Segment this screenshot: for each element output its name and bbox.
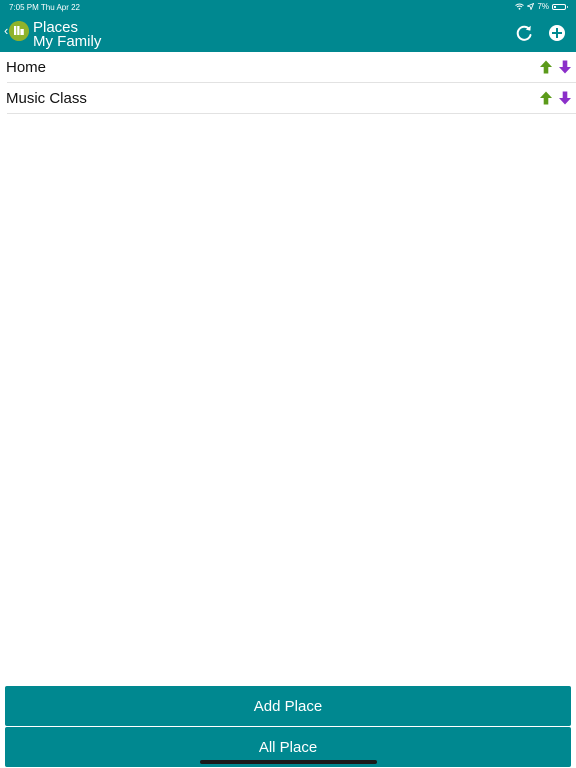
location-icon (527, 3, 535, 10)
refresh-icon[interactable] (514, 23, 534, 43)
add-place-button[interactable]: Add Place (5, 686, 571, 726)
arrow-up-icon[interactable] (539, 60, 553, 74)
app-logo-icon (9, 21, 29, 41)
battery-icon (552, 3, 568, 10)
list-item[interactable]: Music Class (6, 83, 576, 114)
add-circle-icon[interactable] (547, 23, 567, 43)
back-chevron-icon[interactable]: ‹ (4, 24, 8, 38)
status-time: 7:05 PM Thu Apr 22 (9, 3, 81, 12)
place-name: Home (6, 59, 47, 76)
wifi-icon (515, 3, 525, 10)
page-subtitle: My Family (33, 33, 102, 50)
top-bar: 7:05 PM Thu Apr 22 7% ‹ Places My Family (0, 0, 576, 52)
places-list: Home Music Class (0, 52, 576, 114)
arrow-down-icon[interactable] (558, 60, 572, 74)
list-item[interactable]: Home (6, 52, 576, 83)
arrow-down-icon[interactable] (558, 91, 572, 105)
arrow-up-icon[interactable] (539, 91, 553, 105)
home-indicator (200, 760, 377, 764)
status-icons: 7% (515, 2, 568, 11)
battery-percent: 7% (537, 2, 549, 11)
place-name: Music Class (6, 90, 87, 107)
